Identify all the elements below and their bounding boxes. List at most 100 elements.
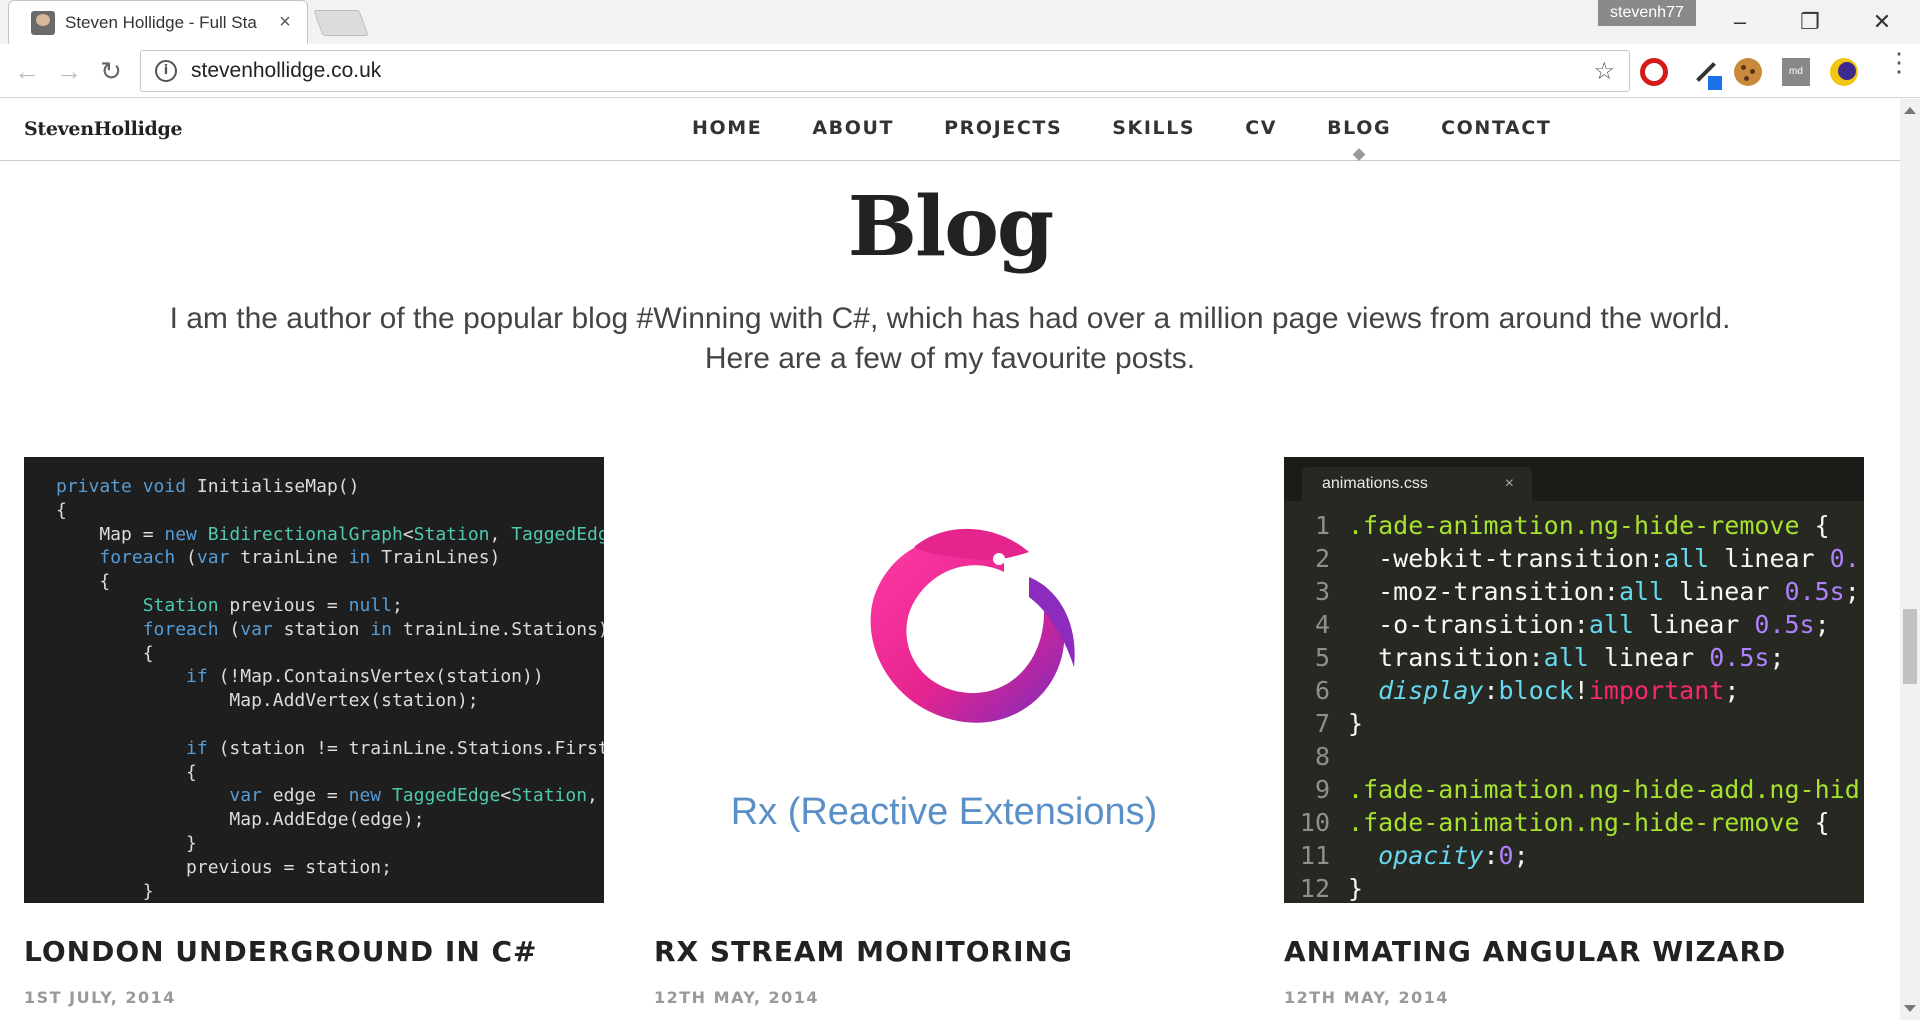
code-line: Map.AddEdge(edge); — [56, 809, 425, 831]
line-code: display:block!important; — [1378, 676, 1740, 705]
editor-line: 11 opacity:0; — [1284, 839, 1864, 872]
editor-tab-label: animations.css — [1322, 475, 1428, 492]
markdown-icon[interactable]: md — [1782, 58, 1810, 86]
blog-card-rx-stream[interactable]: Rx (Reactive Extensions) RX STREAM MONIT… — [654, 457, 1234, 1007]
browser-tab[interactable]: Steven Hollidge - Full Sta × — [8, 0, 308, 44]
line-number: 7 — [1314, 709, 1330, 738]
site-header: StevenHollidge HOME ABOUT PROJECTS SKILL… — [0, 99, 1900, 161]
line-number: 8 — [1314, 742, 1330, 771]
editor-line: 12} — [1284, 872, 1864, 903]
editor-line: 2 -webkit-transition:all linear 0. — [1284, 542, 1864, 575]
code-line: Map = new BidirectionalGraph<Station, Ta… — [56, 523, 604, 545]
eyedropper-icon[interactable] — [1692, 58, 1722, 90]
post-title[interactable]: RX STREAM MONITORING — [654, 935, 1234, 968]
scroll-down-icon[interactable] — [1904, 1005, 1916, 1012]
editor-line: 10 .fade-animation.ng-hide-remove { — [1284, 806, 1864, 839]
code-line: Station previous = null; — [142, 594, 403, 616]
url-text[interactable]: stevenhollidge.co.uk — [191, 59, 1593, 83]
reload-icon[interactable]: ↻ — [92, 52, 130, 90]
code-line: } — [56, 880, 154, 902]
line-number: 10 — [1299, 808, 1330, 837]
opera-icon[interactable] — [1640, 58, 1668, 86]
line-number: 9 — [1314, 775, 1330, 804]
code-line: foreach (var trainLine in TrainLines) — [99, 547, 501, 569]
scroll-thumb[interactable] — [1903, 609, 1917, 684]
line-code: opacity:0; — [1378, 841, 1529, 870]
csharp-code-image[interactable]: private void InitialiseMap(){ Map = new … — [24, 457, 604, 903]
line-code: .fade-animation.ng-hide-remove { — [1348, 511, 1830, 540]
back-icon[interactable]: ← — [8, 52, 46, 90]
css-code-image[interactable]: animations.css × 1 .fade-animation.ng-hid… — [1284, 457, 1864, 903]
code-line: { — [56, 642, 154, 664]
favicon-icon — [31, 10, 55, 35]
info-icon[interactable]: i — [155, 60, 177, 82]
code-line: { — [56, 499, 67, 521]
intro-text: I am the author of the popular blog #Win… — [0, 299, 1900, 379]
site-brand[interactable]: StevenHollidge — [24, 118, 183, 140]
line-number: 1 — [1314, 511, 1330, 540]
editor-line: 1 .fade-animation.ng-hide-remove { — [1284, 509, 1864, 542]
line-code: -moz-transition:all linear 0.5s; — [1348, 577, 1860, 606]
line-number: 2 — [1314, 544, 1330, 573]
intro-line-1: I am the author of the popular blog #Win… — [169, 302, 1731, 335]
profile-badge[interactable]: stevenh77 — [1598, 0, 1696, 26]
editor-line: 9 .fade-animation.ng-hide-add.ng-hid — [1284, 773, 1864, 806]
blog-card-angular-wizard[interactable]: animations.css × 1 .fade-animation.ng-hid… — [1284, 457, 1864, 1007]
minimize-icon[interactable]: – — [1712, 4, 1768, 40]
nav-blog[interactable]: BLOG — [1327, 117, 1391, 139]
code-line: previous = station; — [56, 856, 392, 878]
nav-projects[interactable]: PROJECTS — [944, 117, 1062, 139]
editor-line: 6 display:block!important; — [1284, 674, 1864, 707]
restore-icon[interactable]: ❐ — [1782, 4, 1838, 40]
post-date: 12TH MAY, 2014 — [1284, 988, 1450, 1007]
code-line: { — [56, 571, 111, 593]
code-line: if (station != trainLine.Stations.First(… — [186, 737, 604, 759]
close-window-icon[interactable]: ✕ — [1854, 4, 1910, 40]
line-number: 6 — [1314, 676, 1330, 705]
nav-cv[interactable]: CV — [1245, 117, 1277, 139]
code-line: if (!Map.ContainsVertex(station)) — [186, 666, 544, 688]
nav-about[interactable]: ABOUT — [812, 117, 894, 139]
line-number: 12 — [1299, 874, 1330, 903]
line-number: 5 — [1314, 643, 1330, 672]
line-code: .fade-animation.ng-hide-add.ng-hid — [1348, 775, 1860, 804]
new-tab-button[interactable] — [313, 10, 369, 36]
page-scrollbar[interactable] — [1900, 99, 1920, 1020]
code-line: } — [56, 832, 197, 854]
code-line: var edge = new TaggedEdge<Station, Tr — [229, 785, 598, 807]
editor-line: 7} — [1284, 707, 1864, 740]
line-code: } — [1348, 874, 1364, 903]
blog-card-london-underground[interactable]: private void InitialiseMap(){ Map = new … — [24, 457, 604, 1007]
bookmark-star-icon[interactable]: ☆ — [1593, 57, 1615, 86]
nav-contact[interactable]: CONTACT — [1441, 117, 1551, 139]
line-code: -webkit-transition:all linear 0. — [1348, 544, 1860, 573]
intro-line-2: Here are a few of my favourite posts. — [704, 342, 1196, 375]
line-code: transition:all linear 0.5s; — [1348, 643, 1785, 672]
tab-strip: Steven Hollidge - Full Sta × stevenh77 –… — [0, 0, 1920, 44]
line-code: } — [1348, 709, 1364, 738]
line-code: -o-transition:all linear 0.5s; — [1348, 610, 1830, 639]
tab-close-icon[interactable]: × — [275, 11, 295, 34]
forward-icon[interactable]: → — [50, 52, 88, 90]
nav-skills[interactable]: SKILLS — [1112, 117, 1195, 139]
moon-icon[interactable] — [1830, 58, 1858, 86]
kebab-menu-icon[interactable]: ⋮ — [1886, 49, 1912, 86]
editor-lines: 1 .fade-animation.ng-hide-remove {2 -webk… — [1284, 509, 1864, 903]
post-date: 12TH MAY, 2014 — [654, 988, 820, 1007]
rx-logo-image[interactable]: Rx (Reactive Extensions) — [654, 457, 1234, 903]
line-code: .fade-animation.ng-hide-remove { — [1348, 808, 1830, 837]
editor-line: 3 -moz-transition:all linear 0.5s; — [1284, 575, 1864, 608]
post-title[interactable]: ANIMATING ANGULAR WIZARD — [1284, 935, 1864, 968]
post-title[interactable]: LONDON UNDERGROUND IN C# — [24, 935, 604, 968]
scroll-up-icon[interactable] — [1904, 107, 1916, 114]
editor-tabbar: animations.css × — [1284, 457, 1864, 501]
cookie-icon[interactable] — [1734, 58, 1762, 86]
address-bar[interactable]: i stevenhollidge.co.uk ☆ — [140, 50, 1630, 92]
line-number: 4 — [1314, 610, 1330, 639]
nav-home[interactable]: HOME — [692, 117, 762, 139]
rx-caption: Rx (Reactive Extensions) — [730, 791, 1158, 833]
page-viewport: StevenHollidge HOME ABOUT PROJECTS SKILL… — [0, 99, 1900, 1020]
editor-line: 8 — [1284, 740, 1864, 773]
